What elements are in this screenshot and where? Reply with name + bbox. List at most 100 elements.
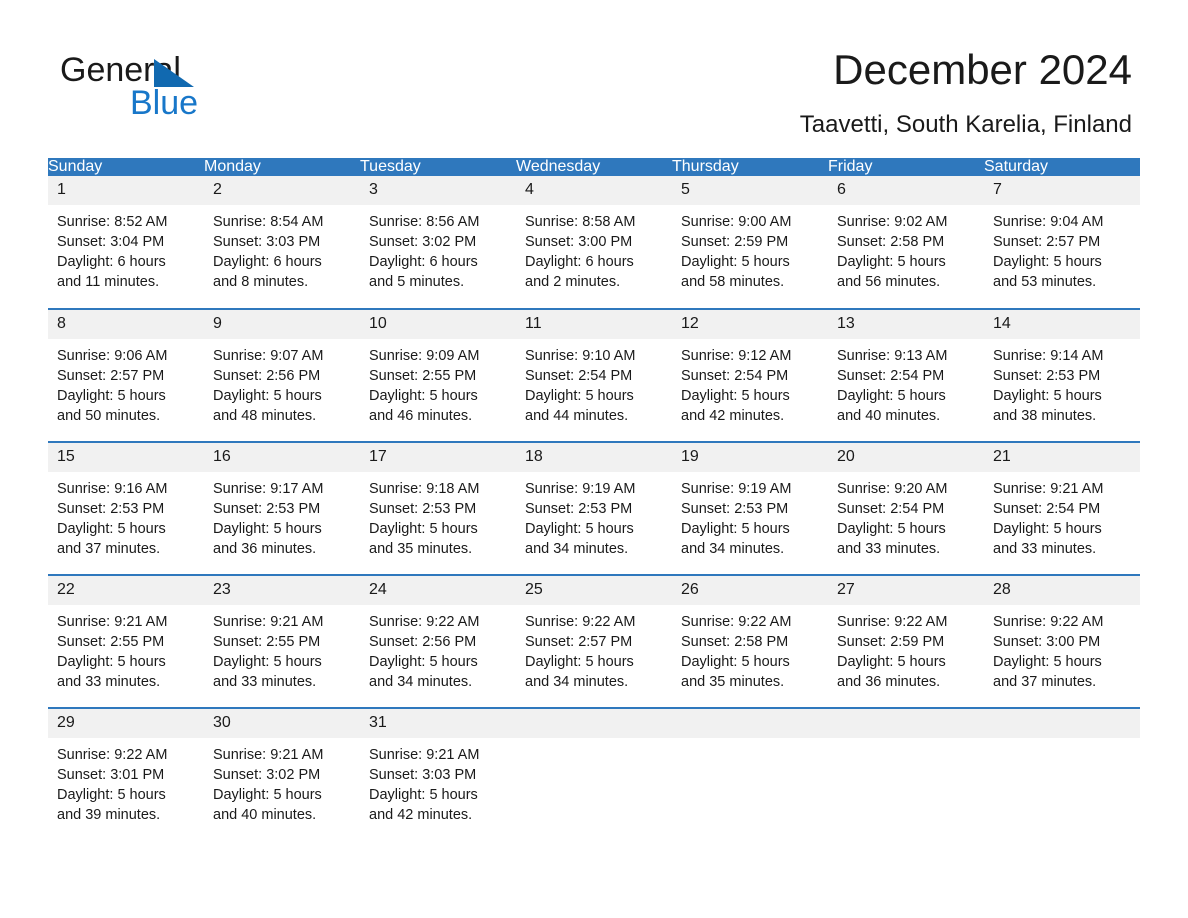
sunrise-text: Sunrise: 9:21 AM: [57, 614, 168, 630]
calendar-page: General Blue December 2024 Taavetti, Sou…: [0, 0, 1188, 918]
daylight-text-line2: and 36 minutes.: [213, 541, 317, 557]
sunset-text: Sunset: 2:55 PM: [213, 634, 321, 650]
calendar-day-cell[interactable]: 6 Sunrise: 9:02 AM Sunset: 2:58 PM Dayli…: [828, 176, 984, 309]
sunrise-text: Sunrise: 9:19 AM: [525, 481, 636, 497]
day-number: 5: [672, 176, 828, 205]
day-number: 25: [516, 576, 672, 605]
calendar-day-cell[interactable]: 2 Sunrise: 8:54 AM Sunset: 3:03 PM Dayli…: [204, 176, 360, 309]
day-number: 26: [672, 576, 828, 605]
sunset-text: Sunset: 2:59 PM: [681, 234, 789, 250]
day-info: Sunrise: 9:22 AM Sunset: 2:58 PM Dayligh…: [672, 605, 828, 692]
calendar-day-cell[interactable]: 19 Sunrise: 9:19 AM Sunset: 2:53 PM Dayl…: [672, 441, 828, 575]
sunrise-text: Sunrise: 9:21 AM: [213, 614, 324, 630]
calendar-day-cell[interactable]: 20 Sunrise: 9:20 AM Sunset: 2:54 PM Dayl…: [828, 441, 984, 575]
daylight-text-line1: Daylight: 5 hours: [57, 388, 166, 404]
sunrise-sunset-calendar: Sunday Monday Tuesday Wednesday Thursday…: [48, 158, 1140, 841]
daylight-text-line2: and 2 minutes.: [525, 274, 621, 290]
calendar-day-cell[interactable]: 3 Sunrise: 8:56 AM Sunset: 3:02 PM Dayli…: [360, 176, 516, 309]
calendar-day-cell[interactable]: 18 Sunrise: 9:19 AM Sunset: 2:53 PM Dayl…: [516, 441, 672, 575]
day-info: Sunrise: 9:21 AM Sunset: 2:55 PM Dayligh…: [204, 605, 360, 692]
sunset-text: Sunset: 2:58 PM: [837, 234, 945, 250]
calendar-day-cell[interactable]: 9 Sunrise: 9:07 AM Sunset: 2:56 PM Dayli…: [204, 308, 360, 442]
day-number: 11: [516, 310, 672, 339]
day-info: Sunrise: 8:58 AM Sunset: 3:00 PM Dayligh…: [516, 205, 672, 292]
daylight-text-line1: Daylight: 5 hours: [369, 787, 478, 803]
calendar-day-cell[interactable]: 21 Sunrise: 9:21 AM Sunset: 2:54 PM Dayl…: [984, 441, 1140, 575]
sunrise-text: Sunrise: 9:22 AM: [525, 614, 636, 630]
calendar-day-cell[interactable]: 15 Sunrise: 9:16 AM Sunset: 2:53 PM Dayl…: [48, 441, 204, 575]
daylight-text-line2: and 11 minutes.: [57, 274, 160, 290]
day-info: Sunrise: 9:21 AM Sunset: 2:55 PM Dayligh…: [48, 605, 204, 692]
page-title: December 2024: [833, 46, 1132, 93]
daylight-text-line1: Daylight: 6 hours: [525, 254, 634, 270]
weekday-header-monday: Monday: [204, 158, 360, 176]
sunrise-text: Sunrise: 8:58 AM: [525, 214, 636, 230]
daylight-text-line1: Daylight: 5 hours: [57, 787, 166, 803]
calendar-day-cell[interactable]: 16 Sunrise: 9:17 AM Sunset: 2:53 PM Dayl…: [204, 441, 360, 575]
calendar-day-cell[interactable]: 24 Sunrise: 9:22 AM Sunset: 2:56 PM Dayl…: [360, 574, 516, 708]
general-blue-logo[interactable]: General Blue: [60, 50, 320, 122]
daylight-text-line2: and 46 minutes.: [369, 408, 473, 424]
sunrise-text: Sunrise: 9:12 AM: [681, 348, 792, 364]
sunrise-text: Sunrise: 9:22 AM: [681, 614, 792, 630]
calendar-day-cell[interactable]: 28 Sunrise: 9:22 AM Sunset: 3:00 PM Dayl…: [984, 574, 1140, 708]
day-info: Sunrise: 9:14 AM Sunset: 2:53 PM Dayligh…: [984, 339, 1140, 426]
calendar-day-cell[interactable]: 10 Sunrise: 9:09 AM Sunset: 2:55 PM Dayl…: [360, 308, 516, 442]
calendar-day-cell[interactable]: 31 Sunrise: 9:21 AM Sunset: 3:03 PM Dayl…: [360, 707, 516, 841]
sunset-text: Sunset: 2:54 PM: [681, 368, 789, 384]
sunrise-text: Sunrise: 9:04 AM: [993, 214, 1104, 230]
daylight-text-line1: Daylight: 5 hours: [525, 388, 634, 404]
day-info: Sunrise: 9:22 AM Sunset: 3:00 PM Dayligh…: [984, 605, 1140, 692]
sunset-text: Sunset: 2:58 PM: [681, 634, 789, 650]
day-number: 2: [204, 176, 360, 205]
day-number: [828, 709, 984, 738]
day-number: [672, 709, 828, 738]
sunrise-text: Sunrise: 9:06 AM: [57, 348, 168, 364]
sunrise-text: Sunrise: 8:56 AM: [369, 214, 480, 230]
day-number: 27: [828, 576, 984, 605]
calendar-day-cell[interactable]: 7 Sunrise: 9:04 AM Sunset: 2:57 PM Dayli…: [984, 176, 1140, 309]
calendar-day-cell[interactable]: 5 Sunrise: 9:00 AM Sunset: 2:59 PM Dayli…: [672, 176, 828, 309]
calendar-day-cell[interactable]: 12 Sunrise: 9:12 AM Sunset: 2:54 PM Dayl…: [672, 308, 828, 442]
day-info: Sunrise: 8:54 AM Sunset: 3:03 PM Dayligh…: [204, 205, 360, 292]
calendar-day-cell-empty: [984, 707, 1140, 841]
calendar-day-cell[interactable]: 23 Sunrise: 9:21 AM Sunset: 2:55 PM Dayl…: [204, 574, 360, 708]
day-info: Sunrise: 9:21 AM Sunset: 2:54 PM Dayligh…: [984, 472, 1140, 559]
calendar-day-cell[interactable]: 13 Sunrise: 9:13 AM Sunset: 2:54 PM Dayl…: [828, 308, 984, 442]
sunrise-text: Sunrise: 9:00 AM: [681, 214, 792, 230]
day-number: 18: [516, 443, 672, 472]
calendar-day-cell[interactable]: 30 Sunrise: 9:21 AM Sunset: 3:02 PM Dayl…: [204, 707, 360, 841]
sunrise-text: Sunrise: 9:21 AM: [213, 747, 324, 763]
daylight-text-line2: and 38 minutes.: [993, 408, 1097, 424]
day-number: 14: [984, 310, 1140, 339]
daylight-text-line1: Daylight: 5 hours: [993, 654, 1102, 670]
sunrise-text: Sunrise: 9:21 AM: [993, 481, 1104, 497]
calendar-day-cell[interactable]: 4 Sunrise: 8:58 AM Sunset: 3:00 PM Dayli…: [516, 176, 672, 309]
weekday-header-thursday: Thursday: [672, 158, 828, 176]
day-number: 10: [360, 310, 516, 339]
calendar-day-cell[interactable]: 14 Sunrise: 9:14 AM Sunset: 2:53 PM Dayl…: [984, 308, 1140, 442]
daylight-text-line2: and 8 minutes.: [213, 274, 309, 290]
sunrise-text: Sunrise: 9:10 AM: [525, 348, 636, 364]
day-number: 8: [48, 310, 204, 339]
day-info: Sunrise: 9:22 AM Sunset: 2:56 PM Dayligh…: [360, 605, 516, 692]
calendar-day-cell[interactable]: 25 Sunrise: 9:22 AM Sunset: 2:57 PM Dayl…: [516, 574, 672, 708]
calendar-day-cell[interactable]: 1 Sunrise: 8:52 AM Sunset: 3:04 PM Dayli…: [48, 176, 204, 309]
calendar-day-cell[interactable]: 11 Sunrise: 9:10 AM Sunset: 2:54 PM Dayl…: [516, 308, 672, 442]
daylight-text-line1: Daylight: 5 hours: [525, 521, 634, 537]
sunset-text: Sunset: 2:56 PM: [213, 368, 321, 384]
day-info: Sunrise: 8:56 AM Sunset: 3:02 PM Dayligh…: [360, 205, 516, 292]
calendar-day-cell[interactable]: 22 Sunrise: 9:21 AM Sunset: 2:55 PM Dayl…: [48, 574, 204, 708]
calendar-day-cell[interactable]: 26 Sunrise: 9:22 AM Sunset: 2:58 PM Dayl…: [672, 574, 828, 708]
calendar-day-cell[interactable]: 8 Sunrise: 9:06 AM Sunset: 2:57 PM Dayli…: [48, 308, 204, 442]
sunset-text: Sunset: 2:53 PM: [213, 501, 321, 517]
sunset-text: Sunset: 2:54 PM: [837, 501, 945, 517]
sunrise-text: Sunrise: 9:17 AM: [213, 481, 324, 497]
sunset-text: Sunset: 3:04 PM: [57, 234, 165, 250]
day-number: 22: [48, 576, 204, 605]
calendar-day-cell[interactable]: 29 Sunrise: 9:22 AM Sunset: 3:01 PM Dayl…: [48, 707, 204, 841]
calendar-day-cell-empty: [516, 707, 672, 841]
calendar-day-cell[interactable]: 27 Sunrise: 9:22 AM Sunset: 2:59 PM Dayl…: [828, 574, 984, 708]
daylight-text-line2: and 42 minutes.: [681, 408, 785, 424]
calendar-day-cell[interactable]: 17 Sunrise: 9:18 AM Sunset: 2:53 PM Dayl…: [360, 441, 516, 575]
